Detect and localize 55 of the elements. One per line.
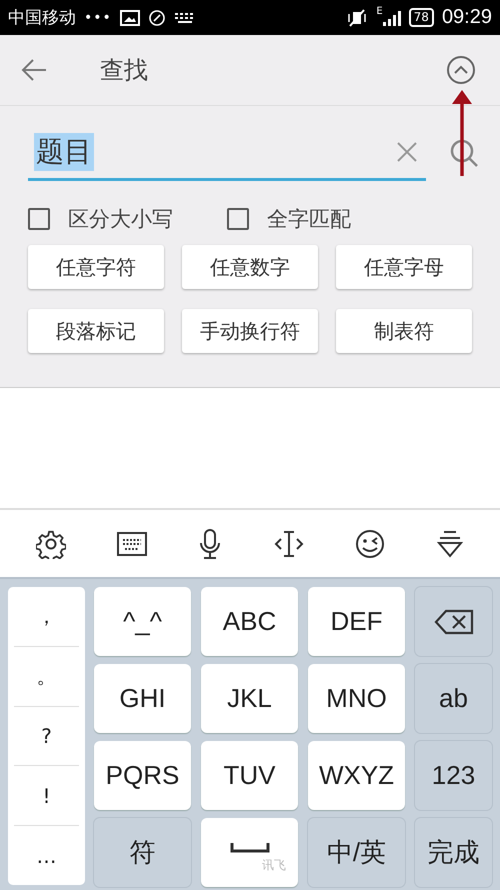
carrier-name: 中国移动 xyxy=(8,7,76,29)
page-title: 查找 xyxy=(100,55,148,86)
function-key[interactable]: 完成 xyxy=(415,818,492,887)
search-icon[interactable] xyxy=(450,138,480,168)
punctuation-key[interactable]: 。 xyxy=(14,646,79,707)
notification-dots: ••• xyxy=(84,10,112,26)
microphone-icon[interactable] xyxy=(198,528,222,558)
signal-icon xyxy=(382,10,401,26)
letter-key[interactable]: DEF xyxy=(308,587,405,656)
gauge-icon xyxy=(148,8,166,26)
letter-key[interactable]: GHI xyxy=(94,664,191,733)
space-bar-icon xyxy=(230,841,270,853)
emoji-icon[interactable] xyxy=(354,528,385,558)
image-icon xyxy=(120,10,140,26)
punctuation-key[interactable]: ! xyxy=(14,766,79,826)
clock: 09:29 xyxy=(442,6,492,29)
punctuation-key[interactable]: ， xyxy=(14,587,79,647)
letter-key[interactable]: JKL xyxy=(201,664,298,733)
pattern-button[interactable]: 手动换行符 xyxy=(182,309,318,353)
letter-key[interactable]: WXYZ xyxy=(308,741,405,810)
checkbox-label: 全字匹配 xyxy=(267,206,351,233)
letter-key[interactable]: ABC xyxy=(201,587,298,656)
letter-key[interactable]: ^_^ xyxy=(94,587,191,656)
back-arrow-icon[interactable] xyxy=(20,58,48,82)
network-type: E xyxy=(376,6,383,17)
checkbox-label: 区分大小写 xyxy=(68,206,173,233)
keyboard-icon xyxy=(174,12,196,24)
pattern-button[interactable]: 任意字母 xyxy=(336,245,472,289)
checkbox[interactable] xyxy=(227,208,249,230)
punctuation-key[interactable]: ? xyxy=(14,706,79,766)
cursor-move-icon[interactable] xyxy=(274,530,304,558)
function-key[interactable]: 中/英 xyxy=(308,818,405,887)
keyboard-icon[interactable] xyxy=(116,532,147,556)
checkbox[interactable] xyxy=(28,208,50,230)
function-key[interactable]: 符 xyxy=(94,818,191,887)
pattern-button[interactable]: 制表符 xyxy=(336,309,472,353)
pattern-button[interactable]: 段落标记 xyxy=(28,309,164,353)
backspace-icon xyxy=(434,608,474,634)
muted-vibrate-icon xyxy=(346,8,368,26)
backspace-key[interactable] xyxy=(415,587,492,656)
function-key[interactable]: 123 xyxy=(415,741,492,810)
search-text: 题目 xyxy=(34,133,94,171)
search-field[interactable]: 题目 xyxy=(28,126,426,181)
pattern-button[interactable]: 任意数字 xyxy=(182,245,318,289)
space-key-caption: 讯飞 xyxy=(262,857,286,874)
letter-key[interactable]: PQRS xyxy=(94,741,191,810)
collapse-icon[interactable] xyxy=(446,55,476,85)
pattern-button[interactable]: 任意字符 xyxy=(28,245,164,289)
letter-key[interactable]: MNO xyxy=(308,664,405,733)
punctuation-key[interactable]: … xyxy=(14,826,79,885)
battery-indicator: 78 xyxy=(408,8,434,27)
function-key[interactable]: ab xyxy=(415,664,492,733)
letter-key[interactable]: TUV xyxy=(201,741,298,810)
settings-icon[interactable] xyxy=(36,528,66,558)
hide-keyboard-icon[interactable] xyxy=(436,530,464,558)
